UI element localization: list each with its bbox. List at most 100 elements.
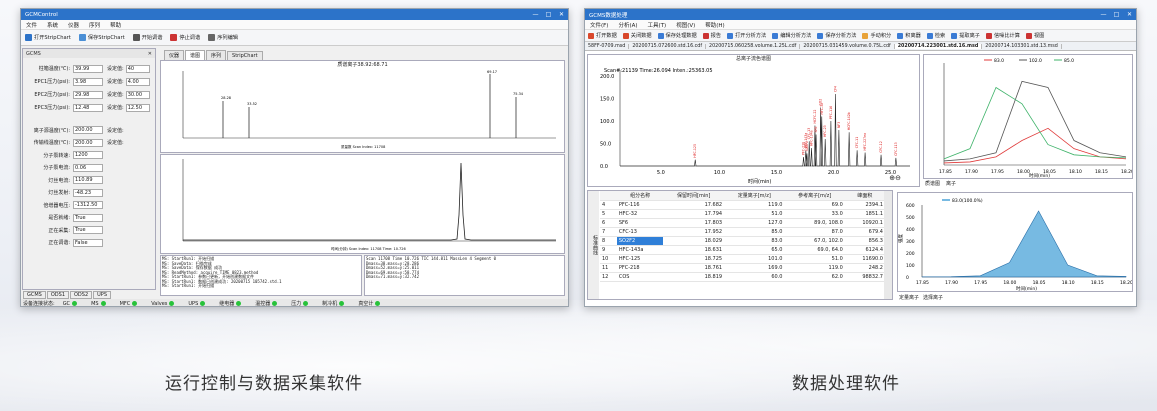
toolbar-icon [78, 34, 86, 41]
ms-xlabel: 质量数 Scan Index: 11708 [341, 144, 385, 149]
table-header[interactable]: 保留时间[min] [663, 191, 725, 201]
table-row[interactable]: 5 HFC-32 17.794 51.0 33.0 1851.1 [600, 209, 885, 219]
toolbar-button[interactable]: 打开StripChart [21, 34, 75, 41]
toolbar-button[interactable]: 停止调谐 [166, 34, 204, 41]
toolbar-button[interactable]: 视图 [1023, 32, 1047, 39]
file-tab[interactable]: 58FF-0709.msd [585, 43, 630, 49]
param-label: EPC2压力(psi): [34, 92, 70, 98]
toolbar-label: 打开StripChart [34, 35, 71, 41]
toolbar-button[interactable]: 积离器 [894, 32, 924, 39]
param-value[interactable]: 3.98 [73, 77, 103, 86]
toolbar-button[interactable]: 报告 [700, 32, 724, 39]
panel-close-icon[interactable]: ✕ [148, 51, 152, 57]
toolbar-button[interactable]: 打开数据 [585, 32, 620, 39]
chart-tab[interactable]: 序列 [206, 50, 227, 60]
file-tab[interactable]: 20200715.072600.std.16.cdf [629, 43, 707, 49]
status-label: 离子源温度(℃): [33, 127, 70, 134]
table-header[interactable]: 组分名称 [616, 191, 664, 201]
toolbar-button[interactable]: 关闭数据 [620, 32, 655, 39]
toolbar-button[interactable]: 信噪比计算 [983, 32, 1023, 39]
y-tick-label: 400 [906, 227, 915, 233]
maximize-icon[interactable]: □ [542, 11, 555, 18]
toolbar-button[interactable]: 保存分析方法 [814, 32, 859, 39]
maximize-icon[interactable]: □ [1110, 11, 1123, 18]
setpoint-label: 设定值: [107, 105, 124, 111]
file-tab[interactable]: 20200715.060258.volume.1.25L.cdf [706, 43, 801, 49]
integration-tabs: 定量离子 选择离子 [899, 294, 947, 301]
menu-item[interactable]: 文件(F) [585, 21, 613, 29]
table-cell: 65.0 [724, 245, 785, 255]
table-row[interactable]: 11 PFC-218 18.761 169.0 119.0 248.2 [600, 263, 885, 273]
table-scrollbar[interactable] [884, 191, 892, 299]
setpoint-value[interactable]: 12.50 [125, 103, 150, 112]
toolbar-button[interactable]: 开始调谐 [129, 34, 167, 41]
chart-tab[interactable]: 谱图 [185, 50, 206, 60]
table-row[interactable]: 8 SO2F2 18.029 83.0 67.0, 102.0 856.3 [600, 236, 885, 246]
table-row[interactable]: 7 CFC-13 17.952 85.0 87.0 679.4 [600, 227, 885, 237]
table-row[interactable]: 6 SF6 17.803 127.0 89.0, 108.0 10920.1 [600, 218, 885, 228]
toolbar-button[interactable]: 序列编辑 [204, 34, 242, 41]
table-row[interactable]: 9 HFC-143a 18.631 65.0 69.0, 64.0 6124.4 [600, 245, 885, 255]
peak-label: SF6 [814, 127, 818, 133]
toolbar-button[interactable]: 手动积分 [859, 32, 894, 39]
menu-item[interactable]: 视图(V) [671, 21, 700, 29]
param-value[interactable]: 29.98 [73, 90, 103, 99]
eic-tab[interactable]: 离子 [946, 181, 956, 187]
minimize-icon[interactable]: — [1097, 11, 1110, 18]
table-cell: 87.0 [784, 227, 845, 237]
table-header[interactable] [600, 191, 617, 201]
menu-item[interactable]: 系统 [42, 21, 63, 29]
toolbar-button[interactable]: 保存StripChart [75, 34, 129, 41]
status-row: 正在调谐: False [26, 237, 152, 250]
eic-tab[interactable]: 质谱图 [925, 181, 940, 187]
table-header[interactable]: 参考离子[m/z] [784, 191, 845, 201]
side-tab[interactable]: 标准曲线 [588, 191, 599, 299]
toolbar-button[interactable]: 编辑分析方法 [769, 32, 814, 39]
file-tab[interactable]: 20200715.031459.volume.0.75L.cdf [800, 43, 895, 49]
eic-tabs: 质谱图 离子 [925, 180, 962, 187]
toolbar-button[interactable]: 提取离子 [948, 32, 983, 39]
toolbar-button[interactable]: 打开分析方法 [724, 32, 769, 39]
close-icon[interactable]: ✕ [1123, 11, 1136, 18]
menu-item[interactable]: 帮助 [105, 21, 126, 29]
chart-tab[interactable]: 仪器 [164, 50, 185, 60]
table-row[interactable]: 10 HFC-125 18.725 101.0 51.0 11690.0 [600, 254, 885, 264]
table-row[interactable]: 12 COS 18.819 60.0 62.0 98832.7 [600, 272, 885, 282]
file-tab[interactable]: 20200714.223001.std.16.msd [894, 43, 983, 49]
param-value[interactable]: 12.48 [73, 103, 103, 112]
menu-item[interactable]: 分析(A) [613, 21, 642, 29]
close-icon[interactable]: ✕ [555, 11, 568, 18]
log-line: MS: StartRun1: 开始扫描 [162, 283, 215, 288]
eic-panel: 83.0 102.0 85.0 17.85 17.90 17.95 18.00 18.05 18… [923, 54, 1134, 179]
param-value[interactable]: 39.99 [73, 64, 103, 73]
bottom-tab[interactable]: ODS1 [46, 291, 69, 299]
setpoint-value[interactable]: 30.00 [125, 90, 150, 99]
menu-item[interactable]: 序列 [84, 21, 105, 29]
status-item: UPS [188, 300, 206, 306]
toolbar-button[interactable]: 保存处理数据 [655, 32, 700, 39]
menu-item[interactable]: 工具(T) [643, 21, 672, 29]
menu-item[interactable]: 仪器 [63, 21, 84, 29]
table-row[interactable]: 4 PFC-116 17.682 119.0 69.0 2394.1 [600, 200, 885, 210]
file-tab[interactable]: 20200714.103301.std.13.msd [982, 43, 1062, 49]
bottom-tab[interactable]: GCMS [23, 291, 46, 299]
setpoint-value[interactable]: 4.00 [125, 77, 150, 86]
chart-tab[interactable]: StripChart [227, 51, 263, 60]
table-cell: 18.029 [663, 236, 725, 246]
zoom-out-icon[interactable]: ⊖ [895, 174, 901, 182]
table-header[interactable]: 峰面积 [844, 191, 885, 201]
minimize-icon[interactable]: — [529, 11, 542, 18]
toolbar-icon [588, 32, 594, 39]
integration-tab[interactable]: 定量离子 [899, 295, 919, 301]
table-header[interactable]: 定量离子[m/z] [724, 191, 785, 201]
bottom-tab[interactable]: ODS2 [70, 291, 93, 299]
status-ok-icon [200, 300, 206, 306]
menu-item[interactable]: 文件 [21, 21, 42, 29]
status-label: 分子泵转速: [43, 152, 70, 159]
integration-tab[interactable]: 选择离子 [923, 295, 943, 301]
toolbar-button[interactable]: 检索 [924, 32, 948, 39]
toolbar-icon [727, 32, 734, 39]
setpoint-value[interactable]: 40 [125, 64, 150, 73]
bottom-tab[interactable]: UPS [93, 291, 111, 299]
menu-item[interactable]: 帮助(H) [700, 21, 729, 29]
